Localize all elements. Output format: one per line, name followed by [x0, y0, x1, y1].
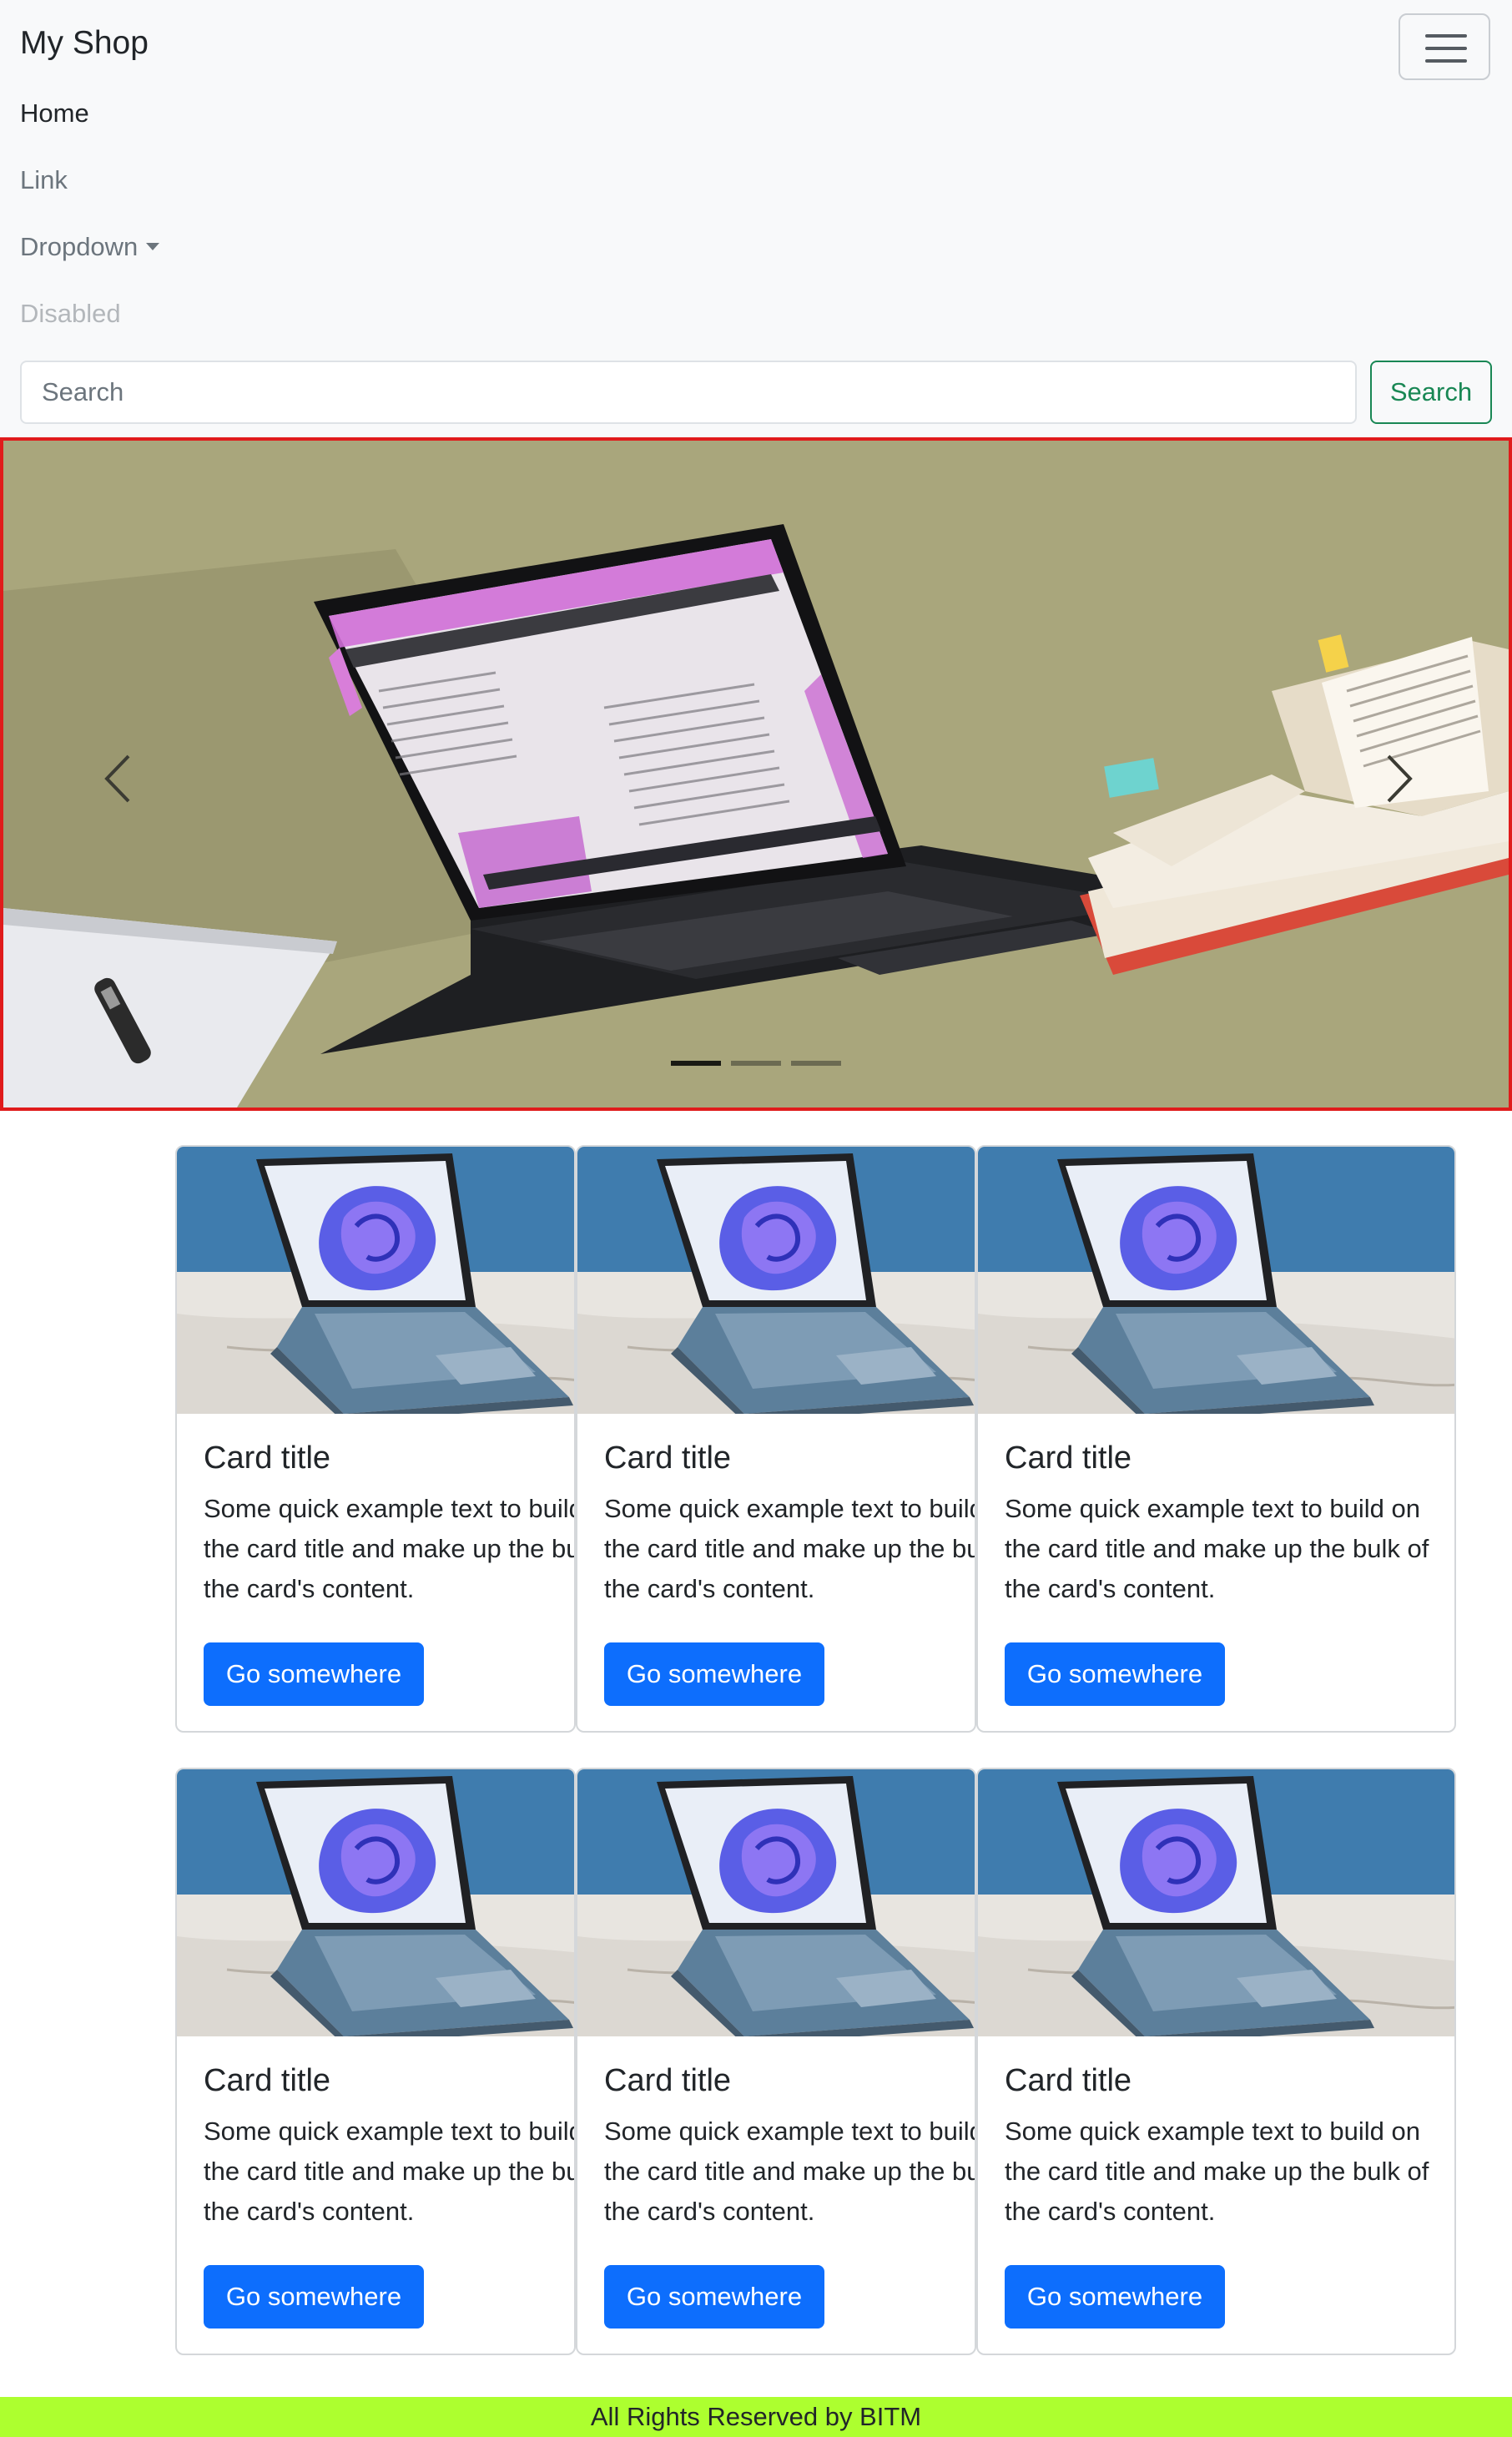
card-image	[978, 1147, 1454, 1414]
laptop-photo	[577, 1147, 975, 1414]
product-card-5: Card title Some quick example text to bu…	[576, 1768, 976, 2355]
card-image	[177, 1147, 574, 1414]
navbar-brand[interactable]: My Shop	[20, 25, 149, 62]
footer-text: All Rights Reserved by BITM	[590, 2402, 922, 2431]
card-title: Card title	[1005, 2063, 1132, 2098]
go-somewhere-button[interactable]: Go somewhere	[204, 1642, 424, 1706]
go-somewhere-button[interactable]: Go somewhere	[204, 2265, 424, 2329]
chevron-right-icon	[1387, 754, 1413, 803]
product-card-2: Card title Some quick example text to bu…	[576, 1145, 976, 1733]
card-image	[978, 1769, 1454, 2036]
nav-link-home[interactable]: Home	[20, 98, 89, 129]
search-button[interactable]: Search	[1370, 361, 1492, 424]
go-somewhere-button[interactable]: Go somewhere	[1005, 2265, 1225, 2329]
card-title: Card title	[204, 2063, 331, 2098]
card-image	[177, 1769, 574, 2036]
navbar-toggler-button[interactable]	[1399, 13, 1490, 80]
footer: All Rights Reserved by BITM	[0, 2397, 1512, 2437]
card-text: Some quick example text to build on the …	[604, 2117, 975, 2226]
nav-link-dropdown[interactable]: Dropdown	[20, 232, 160, 262]
nav-link-dropdown-label: Dropdown	[20, 232, 139, 261]
nav-link-link[interactable]: Link	[20, 165, 68, 195]
chevron-left-icon	[104, 754, 130, 803]
card-text: Some quick example text to build on the …	[204, 1494, 574, 1603]
product-card-3: Card title Some quick example text to bu…	[976, 1145, 1456, 1733]
laptop-photo	[978, 1769, 1454, 2036]
carousel-indicators	[671, 1061, 846, 1067]
card-text: Some quick example text to build on the …	[604, 1494, 975, 1603]
go-somewhere-button[interactable]: Go somewhere	[1005, 1642, 1225, 1706]
product-card-4: Card title Some quick example text to bu…	[175, 1768, 576, 2355]
hero-carousel[interactable]	[0, 437, 1512, 1111]
carousel-indicator-3[interactable]	[791, 1061, 841, 1066]
go-somewhere-button[interactable]: Go somewhere	[604, 2265, 824, 2329]
nav-link-disabled: Disabled	[20, 299, 121, 328]
card-title: Card title	[604, 1441, 732, 1476]
card-title: Card title	[204, 1441, 331, 1476]
laptop-photo	[978, 1147, 1454, 1414]
laptop-photo	[577, 1769, 975, 2036]
carousel-next-button[interactable]	[1372, 749, 1422, 808]
card-text: Some quick example text to build on the …	[204, 2117, 574, 2226]
navbar: My Shop Home Link Dropdown Disabled Sear…	[0, 0, 1512, 437]
card-text: Some quick example text to build on the …	[1005, 2117, 1429, 2226]
go-somewhere-button[interactable]: Go somewhere	[604, 1642, 824, 1706]
laptop-photo	[177, 1147, 574, 1414]
laptop-books-photo	[3, 441, 1509, 1107]
product-card-6: Card title Some quick example text to bu…	[976, 1768, 1456, 2355]
product-card-1: Card title Some quick example text to bu…	[175, 1145, 576, 1733]
card-image	[577, 1769, 975, 2036]
card-text: Some quick example text to build on the …	[1005, 1494, 1429, 1603]
carousel-indicator-2[interactable]	[731, 1061, 781, 1066]
card-title: Card title	[604, 2063, 732, 2098]
card-image	[577, 1147, 975, 1414]
laptop-photo	[177, 1769, 574, 2036]
card-title: Card title	[1005, 1441, 1132, 1476]
caret-down-icon	[146, 243, 160, 250]
carousel-prev-button[interactable]	[95, 749, 145, 808]
carousel-indicator-1[interactable]	[671, 1061, 721, 1066]
hamburger-icon	[1425, 34, 1467, 38]
search-input[interactable]	[20, 361, 1357, 424]
